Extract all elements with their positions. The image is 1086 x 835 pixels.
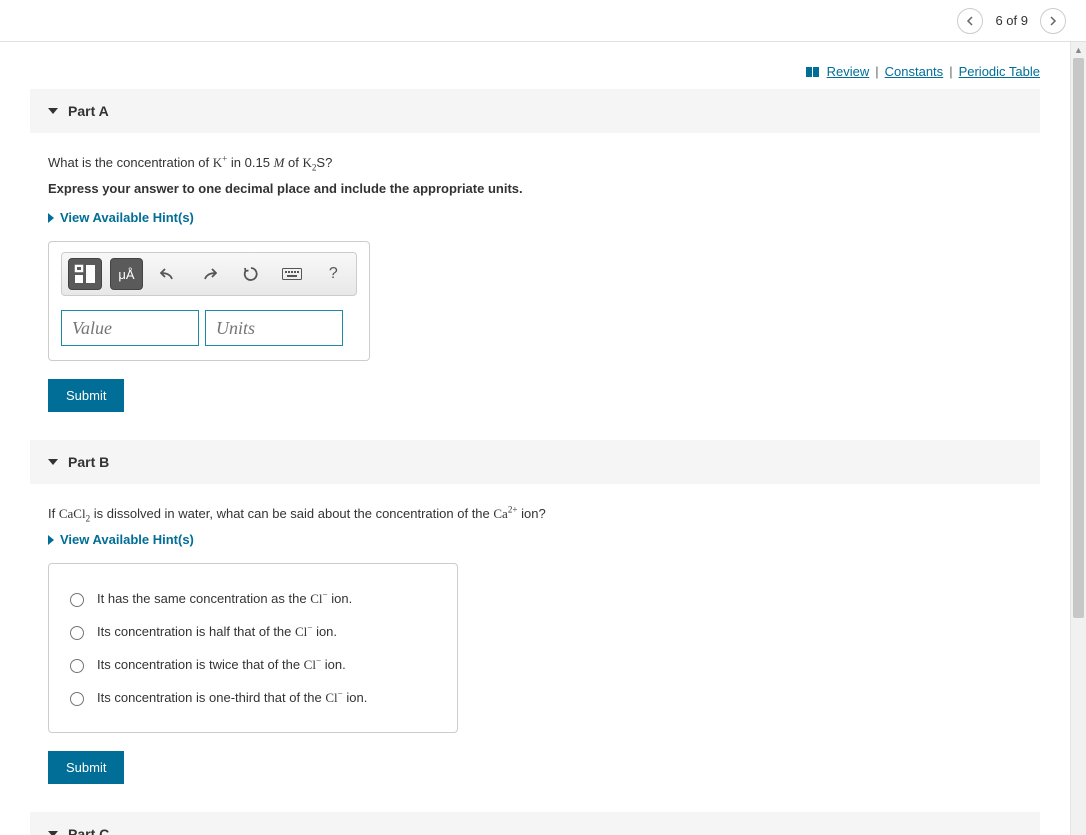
templates-button[interactable] bbox=[68, 258, 102, 290]
book-icon bbox=[806, 67, 819, 77]
formula-cacl2: CaCl2 bbox=[59, 506, 90, 521]
part-c-header[interactable]: Part C bbox=[30, 812, 1040, 835]
reset-icon bbox=[243, 266, 259, 282]
option-2[interactable]: Its concentration is half that of the Cl… bbox=[65, 615, 441, 648]
part-a-instruction: Express your answer to one decimal place… bbox=[48, 181, 1022, 196]
formula-cl-minus: Cl− bbox=[304, 657, 321, 672]
units-input[interactable] bbox=[205, 310, 343, 346]
resource-links: Review | Constants | Periodic Table bbox=[0, 42, 1070, 89]
part-a-answer-box: μÅ bbox=[48, 241, 370, 361]
undo-icon bbox=[160, 267, 176, 281]
prev-button[interactable] bbox=[957, 8, 983, 34]
part-a-question: What is the concentration of K+ in 0.15 … bbox=[48, 155, 1022, 171]
value-input[interactable] bbox=[61, 310, 199, 346]
redo-icon bbox=[201, 267, 217, 281]
help-label: ? bbox=[329, 265, 338, 283]
option-1-radio[interactable] bbox=[70, 593, 84, 607]
part-b-hints-toggle[interactable]: View Available Hint(s) bbox=[48, 532, 1022, 547]
option-4-radio[interactable] bbox=[70, 692, 84, 706]
reset-button[interactable] bbox=[234, 258, 267, 290]
formula-cl-minus: Cl− bbox=[310, 591, 327, 606]
part-a-hints-toggle[interactable]: View Available Hint(s) bbox=[48, 210, 1022, 225]
chevron-right-icon bbox=[1049, 16, 1057, 26]
part-a: Part A What is the concentration of K+ i… bbox=[30, 89, 1040, 412]
part-a-title: Part A bbox=[68, 103, 109, 119]
part-b-options: It has the same concentration as the Cl−… bbox=[48, 563, 458, 733]
constants-link[interactable]: Constants bbox=[885, 64, 944, 79]
part-c: Part C bbox=[30, 812, 1040, 835]
greek-label: μÅ bbox=[118, 267, 134, 282]
option-3-radio[interactable] bbox=[70, 659, 84, 673]
top-nav-bar: 6 of 9 bbox=[0, 0, 1086, 42]
hints-label: View Available Hint(s) bbox=[60, 532, 194, 547]
caret-down-icon bbox=[48, 831, 58, 835]
symbols-button[interactable]: μÅ bbox=[110, 258, 144, 290]
formula-cl-minus: Cl− bbox=[295, 624, 312, 639]
part-c-title: Part C bbox=[68, 826, 109, 835]
separator: | bbox=[875, 64, 878, 79]
separator: | bbox=[949, 64, 952, 79]
option-3[interactable]: Its concentration is twice that of the C… bbox=[65, 648, 441, 681]
fraction-template-icon bbox=[74, 264, 96, 284]
formula-ca2plus: Ca2+ bbox=[493, 506, 517, 521]
review-link[interactable]: Review bbox=[827, 64, 870, 79]
periodic-table-link[interactable]: Periodic Table bbox=[959, 64, 1040, 79]
option-2-radio[interactable] bbox=[70, 626, 84, 640]
part-a-submit-button[interactable]: Submit bbox=[48, 379, 124, 412]
formula-m: M bbox=[274, 155, 285, 170]
option-4[interactable]: Its concentration is one-third that of t… bbox=[65, 681, 441, 714]
part-b: Part B If CaCl2 is dissolved in water, w… bbox=[30, 440, 1040, 784]
part-b-question: If CaCl2 is dissolved in water, what can… bbox=[48, 506, 1022, 522]
caret-down-icon bbox=[48, 459, 58, 465]
option-1[interactable]: It has the same concentration as the Cl−… bbox=[65, 582, 441, 615]
part-b-header[interactable]: Part B bbox=[30, 440, 1040, 484]
help-button[interactable]: ? bbox=[317, 258, 350, 290]
formula-cl-minus: Cl− bbox=[325, 690, 342, 705]
caret-right-icon bbox=[48, 213, 54, 223]
next-button[interactable] bbox=[1040, 8, 1066, 34]
caret-right-icon bbox=[48, 535, 54, 545]
part-b-title: Part B bbox=[68, 454, 109, 470]
chevron-left-icon bbox=[966, 16, 974, 26]
formula-k-plus: K+ bbox=[213, 155, 228, 170]
hints-label: View Available Hint(s) bbox=[60, 210, 194, 225]
scroll-thumb[interactable] bbox=[1073, 58, 1084, 618]
part-b-submit-button[interactable]: Submit bbox=[48, 751, 124, 784]
keyboard-button[interactable] bbox=[275, 258, 308, 290]
vertical-scrollbar[interactable]: ▲ bbox=[1070, 42, 1086, 835]
formula-k2s: K2 bbox=[302, 155, 316, 170]
keyboard-icon bbox=[282, 268, 302, 280]
undo-button[interactable] bbox=[151, 258, 184, 290]
part-a-header[interactable]: Part A bbox=[30, 89, 1040, 133]
redo-button[interactable] bbox=[193, 258, 226, 290]
scroll-up-arrow[interactable]: ▲ bbox=[1071, 42, 1086, 58]
page-position: 6 of 9 bbox=[995, 13, 1028, 28]
caret-down-icon bbox=[48, 108, 58, 114]
answer-toolbar: μÅ bbox=[61, 252, 357, 296]
